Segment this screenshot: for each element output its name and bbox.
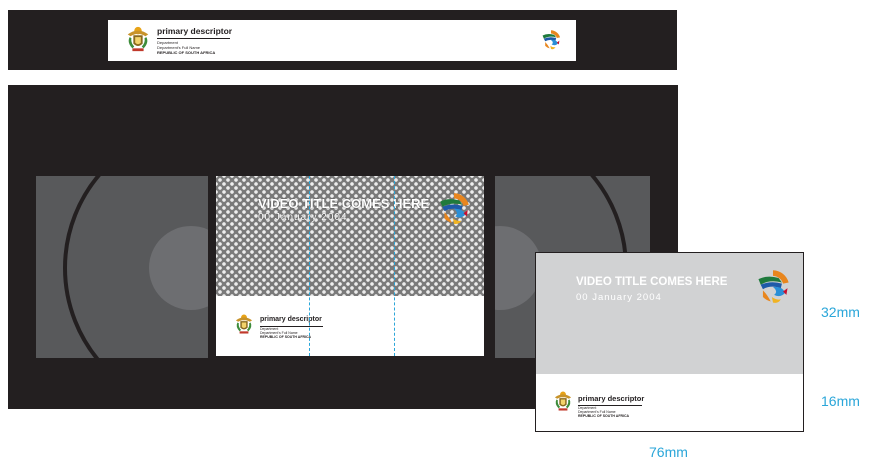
tourism-emblem-icon: [436, 190, 472, 228]
spine-label: primary descriptor Department Department…: [108, 20, 576, 61]
front-descriptor: primary descriptor: [260, 316, 322, 323]
dimension-width: 76mm: [649, 444, 688, 460]
spine-country: REPUBLIC OF SOUTH AFRICA: [157, 50, 216, 55]
guide-line-1: [309, 176, 310, 356]
descriptor-rule: [157, 38, 230, 39]
front-country: REPUBLIC OF SOUTH AFRICA: [260, 335, 312, 339]
left-reel-window: [36, 176, 208, 358]
dimension-upper-height: 32mm: [821, 304, 860, 320]
coat-of-arms-icon: [552, 389, 574, 413]
spec-descriptor: primary descriptor: [578, 394, 645, 403]
spec-video-title: VIDEO TITLE COMES HERE: [576, 276, 728, 288]
tourism-emblem-icon: [540, 28, 562, 52]
guide-line-2: [394, 176, 395, 356]
front-video-date: 00 January 2004: [258, 212, 348, 223]
spec-country: REPUBLIC OF SOUTH AFRICA: [578, 414, 630, 418]
left-reel: [63, 176, 208, 358]
front-video-title: VIDEO TITLE COMES HERE: [258, 196, 430, 211]
label-spec-card: VIDEO TITLE COMES HERE 00 January 2004 p…: [535, 252, 804, 432]
spine-descriptor: primary descriptor: [157, 26, 233, 36]
dimension-lower-height: 16mm: [821, 393, 860, 409]
spec-video-date: 00 January 2004: [576, 292, 662, 303]
coat-of-arms-icon: [233, 312, 255, 336]
coat-of-arms-icon: [124, 24, 152, 54]
tourism-emblem-icon: [754, 267, 792, 307]
cassette-front-label: VIDEO TITLE COMES HERE 00 January 2004 p…: [216, 176, 484, 356]
